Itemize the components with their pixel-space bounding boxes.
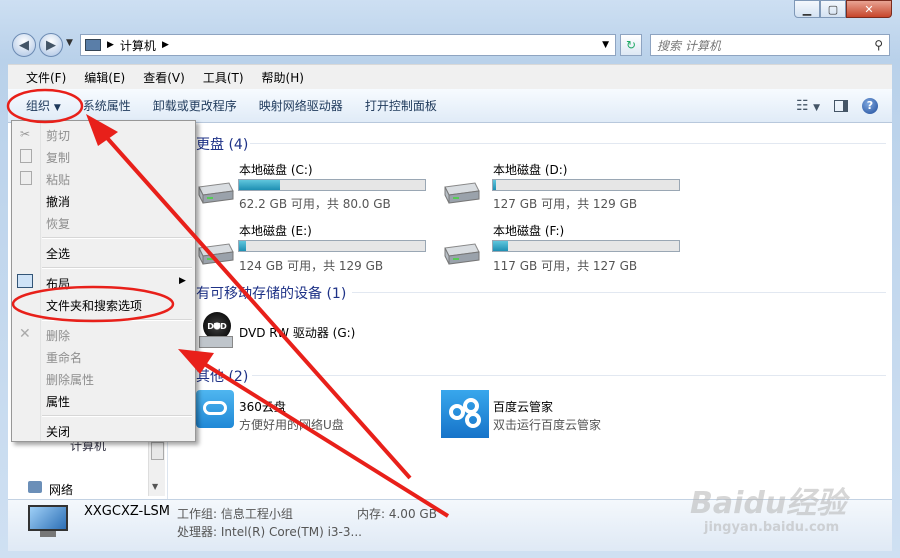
annotation-arrow-line xyxy=(196,358,450,518)
annotation-circle-folder-options xyxy=(11,285,175,323)
annotation-circle-organize xyxy=(6,88,84,124)
annotation-overlay xyxy=(6,88,450,518)
watermark-logo: Baidu经验 xyxy=(690,486,847,521)
annotation-arrowhead xyxy=(178,349,214,374)
annotation-arrowhead xyxy=(86,114,118,146)
annotation-arrow-line xyxy=(98,128,412,480)
watermark-url: jingyan.baidu.com xyxy=(704,520,840,535)
